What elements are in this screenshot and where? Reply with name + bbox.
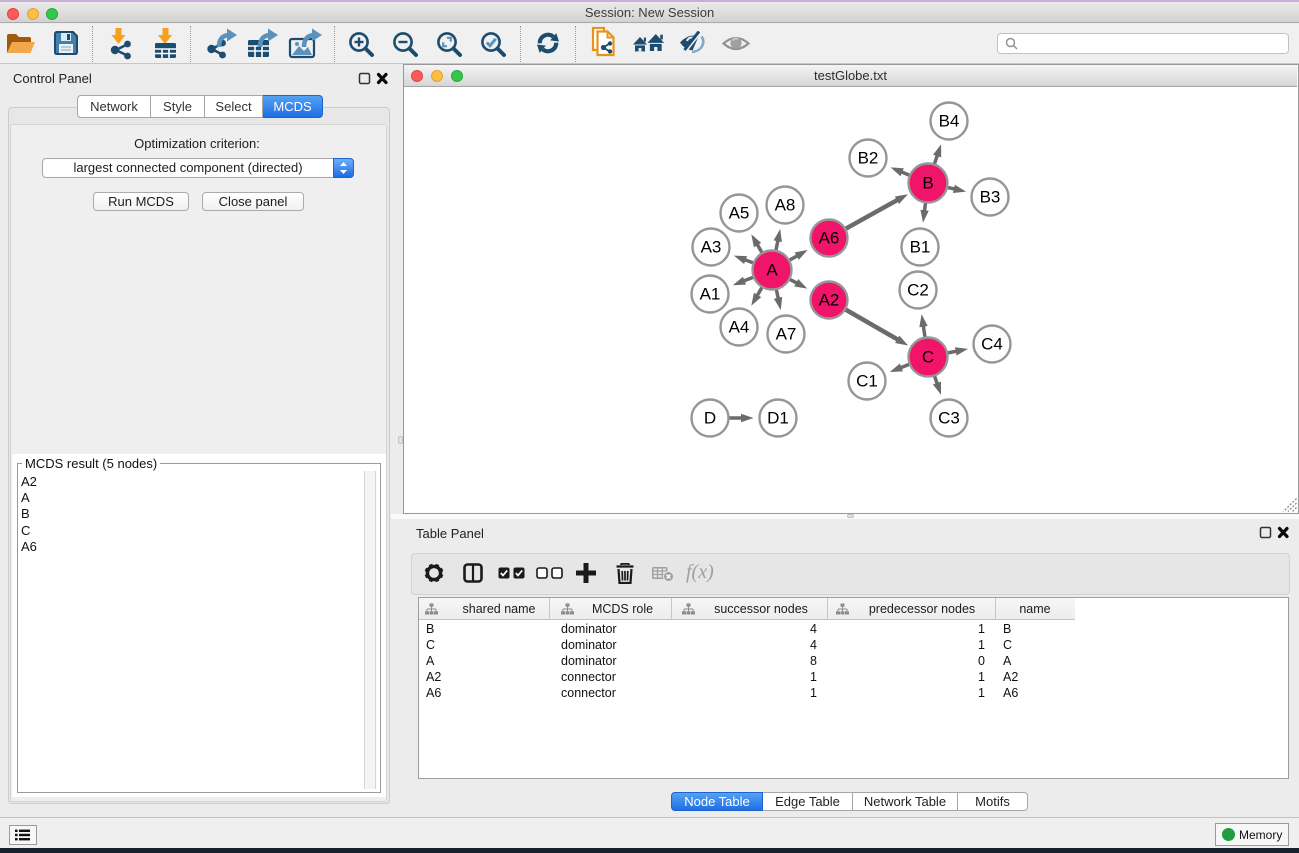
svg-text:D: D — [704, 409, 716, 428]
svg-text:A4: A4 — [729, 318, 750, 337]
svg-text:C2: C2 — [907, 281, 929, 300]
svg-text:C1: C1 — [856, 372, 878, 391]
svg-text:B4: B4 — [939, 112, 960, 131]
svg-text:A1: A1 — [700, 285, 721, 304]
svg-text:C4: C4 — [981, 335, 1003, 354]
svg-text:B2: B2 — [858, 149, 879, 168]
svg-text:B: B — [922, 174, 933, 193]
svg-text:A2: A2 — [819, 291, 840, 310]
svg-text:C: C — [922, 348, 934, 367]
svg-text:D1: D1 — [767, 409, 789, 428]
svg-text:B3: B3 — [980, 188, 1001, 207]
svg-text:A: A — [766, 261, 778, 280]
svg-text:A7: A7 — [776, 325, 797, 344]
svg-text:C3: C3 — [938, 409, 960, 428]
svg-text:A6: A6 — [819, 229, 840, 248]
svg-text:A5: A5 — [729, 204, 750, 223]
svg-text:A8: A8 — [775, 196, 796, 215]
svg-text:A3: A3 — [701, 238, 722, 257]
svg-text:B1: B1 — [910, 238, 931, 257]
